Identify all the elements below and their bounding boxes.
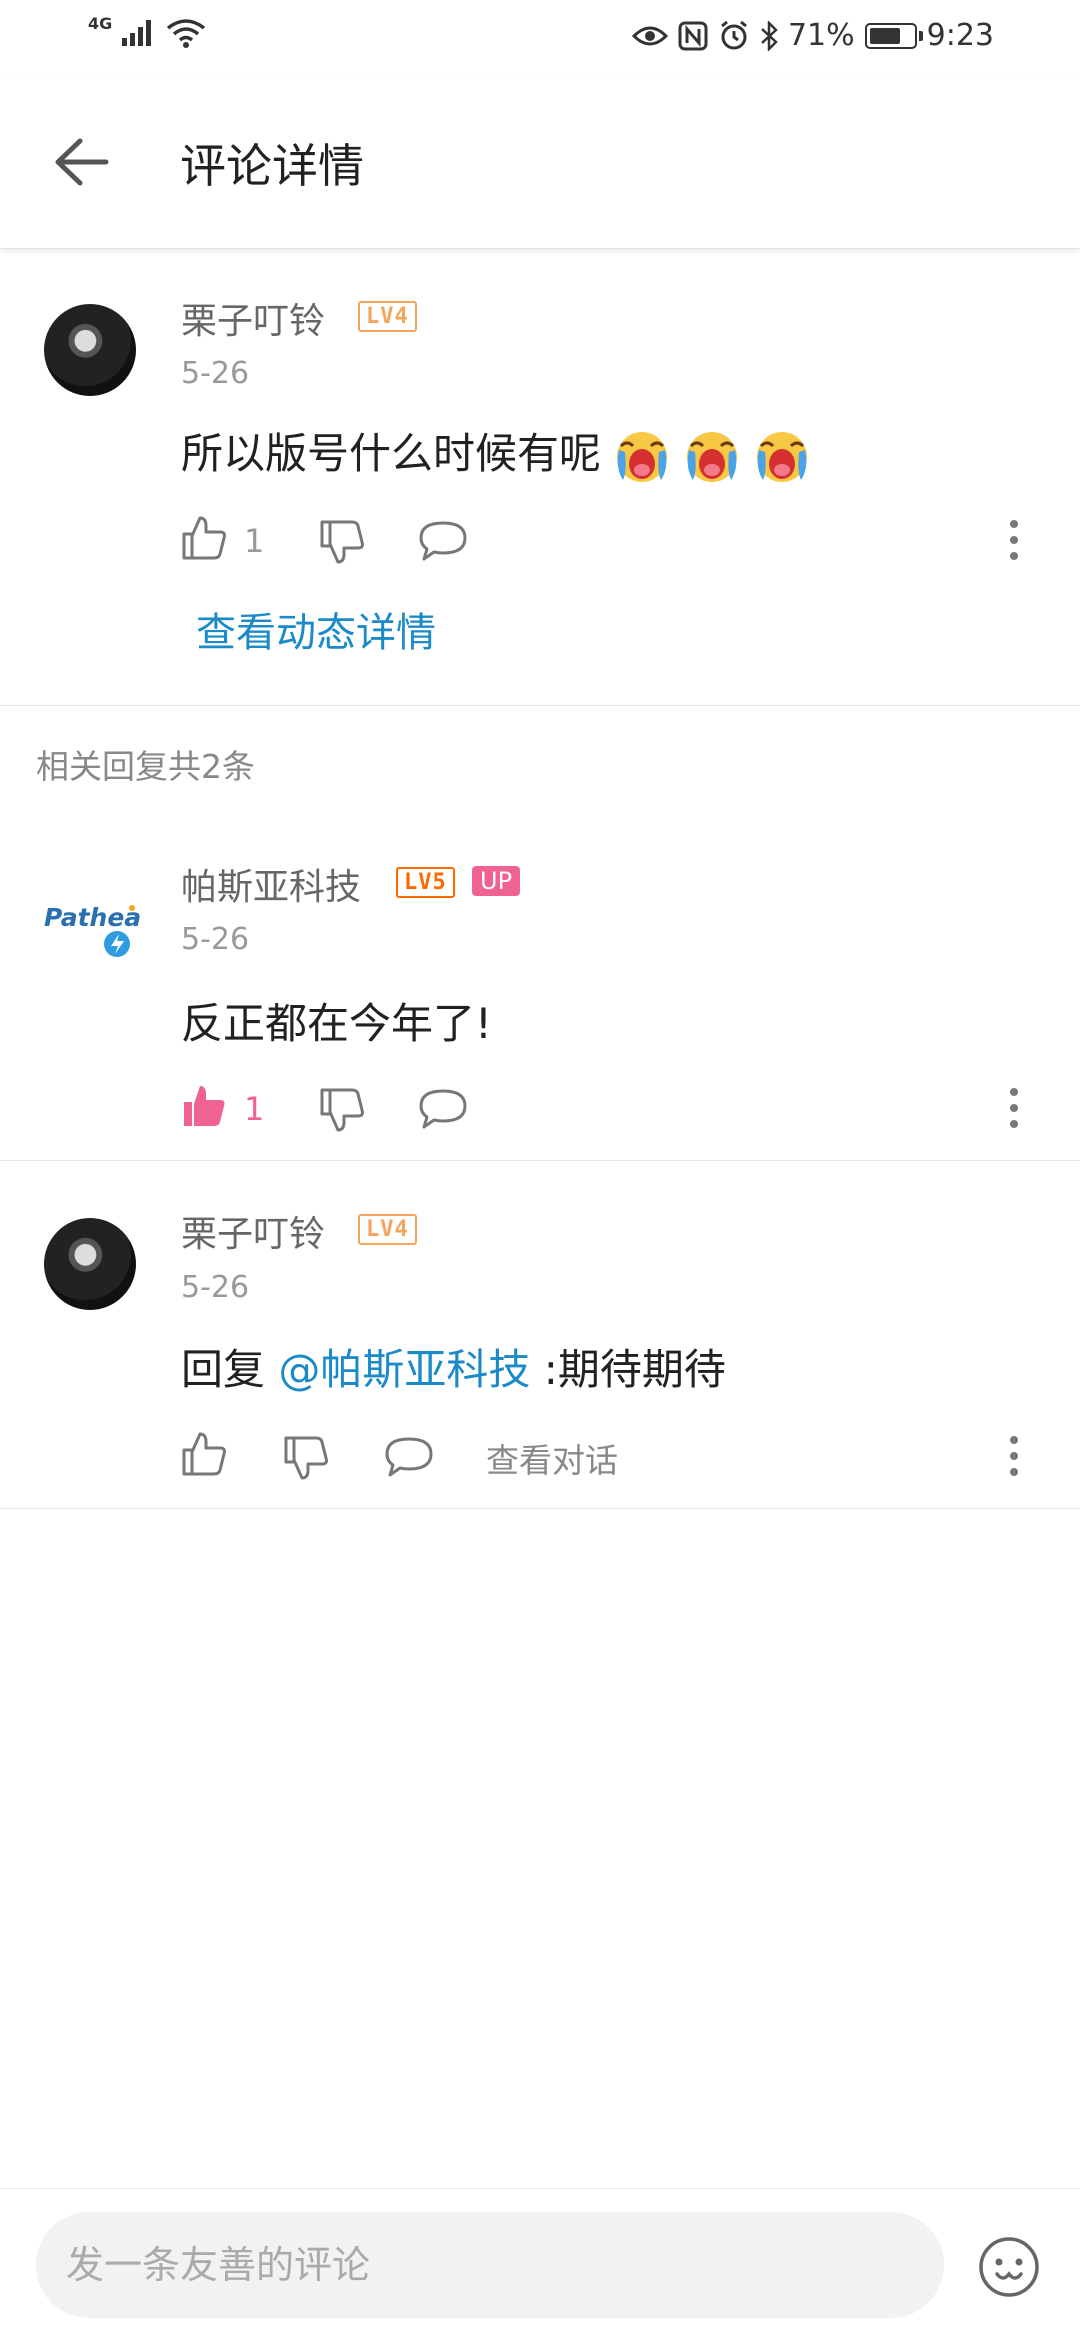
level-badge: LV5 (396, 867, 455, 898)
signal-icon (122, 20, 156, 46)
comment-input-bar (0, 2188, 1080, 2341)
dislike-button[interactable] (318, 518, 366, 570)
status-bar: 4G 71% 9:23 (0, 0, 1080, 80)
page-title: 评论详情 (180, 139, 364, 193)
network-type: 4G (88, 13, 113, 33)
crying-emoji (617, 431, 668, 482)
replies-count-label: 相关回复共2条 (36, 747, 255, 786)
arrow-left-icon (55, 138, 109, 186)
more-options-button[interactable] (1004, 1086, 1024, 1130)
thumbs-up-filled-icon (184, 1086, 225, 1126)
mention-link[interactable]: @帕斯亚科技 (278, 1345, 530, 1394)
svg-text:Pathea: Pathea (44, 903, 140, 932)
eye-icon (631, 24, 668, 48)
view-post-link[interactable]: 查看动态详情 (196, 600, 436, 658)
divider (0, 705, 1080, 706)
like-button[interactable] (180, 1430, 228, 1482)
level-badge: LV4 (358, 1214, 417, 1245)
username[interactable]: 栗子叮铃 (181, 292, 325, 344)
alarm-icon (718, 20, 750, 52)
thumbs-down-icon (320, 1088, 364, 1132)
comment-input[interactable] (36, 2212, 944, 2318)
nfc-icon (678, 21, 708, 51)
reply-button[interactable] (418, 1088, 468, 1134)
avatar[interactable] (44, 304, 136, 396)
bluetooth-icon (760, 20, 778, 51)
clock: 9:23 (926, 18, 994, 53)
battery-percent: 71% (787, 18, 855, 53)
reply-button[interactable] (418, 520, 468, 566)
comment-body: :期待期待 (543, 1345, 726, 1394)
thumbs-down-icon (320, 520, 364, 564)
thumbs-up-icon (182, 1432, 226, 1476)
avatar[interactable]: Pathea (40, 896, 140, 966)
more-options-button[interactable] (1004, 518, 1024, 562)
comment-bubble-icon (419, 1089, 467, 1129)
emoji-button[interactable] (978, 2236, 1040, 2298)
wifi-icon (166, 18, 206, 48)
avatar[interactable] (44, 1218, 136, 1310)
pathea-logo: Pathea (44, 903, 140, 957)
comment-date: 5-26 (181, 356, 250, 391)
crying-emoji (757, 431, 808, 482)
comment-date: 5-26 (181, 922, 250, 957)
crying-emoji (687, 431, 738, 482)
reply-button[interactable] (384, 1436, 434, 1482)
more-vertical-icon (1010, 520, 1018, 560)
comment-bubble-icon (385, 1437, 433, 1477)
thumbs-down-icon (284, 1436, 328, 1480)
username[interactable]: 帕斯亚科技 (181, 858, 361, 910)
comment-bubble-icon (419, 521, 467, 561)
thumbs-up-icon (182, 516, 226, 560)
back-button[interactable] (52, 137, 112, 187)
smiley-icon (979, 2237, 1039, 2297)
like-count: 1 (244, 522, 265, 560)
emoji-row (601, 429, 811, 482)
more-options-button[interactable] (1004, 1434, 1024, 1478)
like-button[interactable] (180, 514, 228, 566)
dislike-button[interactable] (282, 1434, 330, 1486)
more-vertical-icon (1010, 1088, 1018, 1128)
comment-body: 所以版号什么时候有呢 (181, 429, 602, 478)
divider (0, 1508, 1080, 1509)
divider (0, 1160, 1080, 1161)
comment-text: 反正都在今年了! (181, 999, 492, 1048)
level-badge: LV4 (358, 301, 417, 332)
battery-icon (864, 22, 923, 49)
app-header: 评论详情 (0, 80, 1080, 249)
like-count: 1 (244, 1090, 265, 1128)
comment-date: 5-26 (181, 1270, 250, 1305)
dislike-button[interactable] (318, 1086, 366, 1138)
comment-text: 回复 @帕斯亚科技 :期待期待 (181, 1336, 726, 1397)
like-button[interactable] (180, 1082, 228, 1134)
up-badge: UP (472, 866, 521, 896)
more-vertical-icon (1010, 1436, 1018, 1476)
comment-text: 所以版号什么时候有呢 (181, 420, 811, 486)
username[interactable]: 栗子叮铃 (181, 1205, 325, 1257)
reply-prefix: 回复 (181, 1345, 266, 1394)
view-conversation-link[interactable]: 查看对话 (486, 1434, 618, 1482)
